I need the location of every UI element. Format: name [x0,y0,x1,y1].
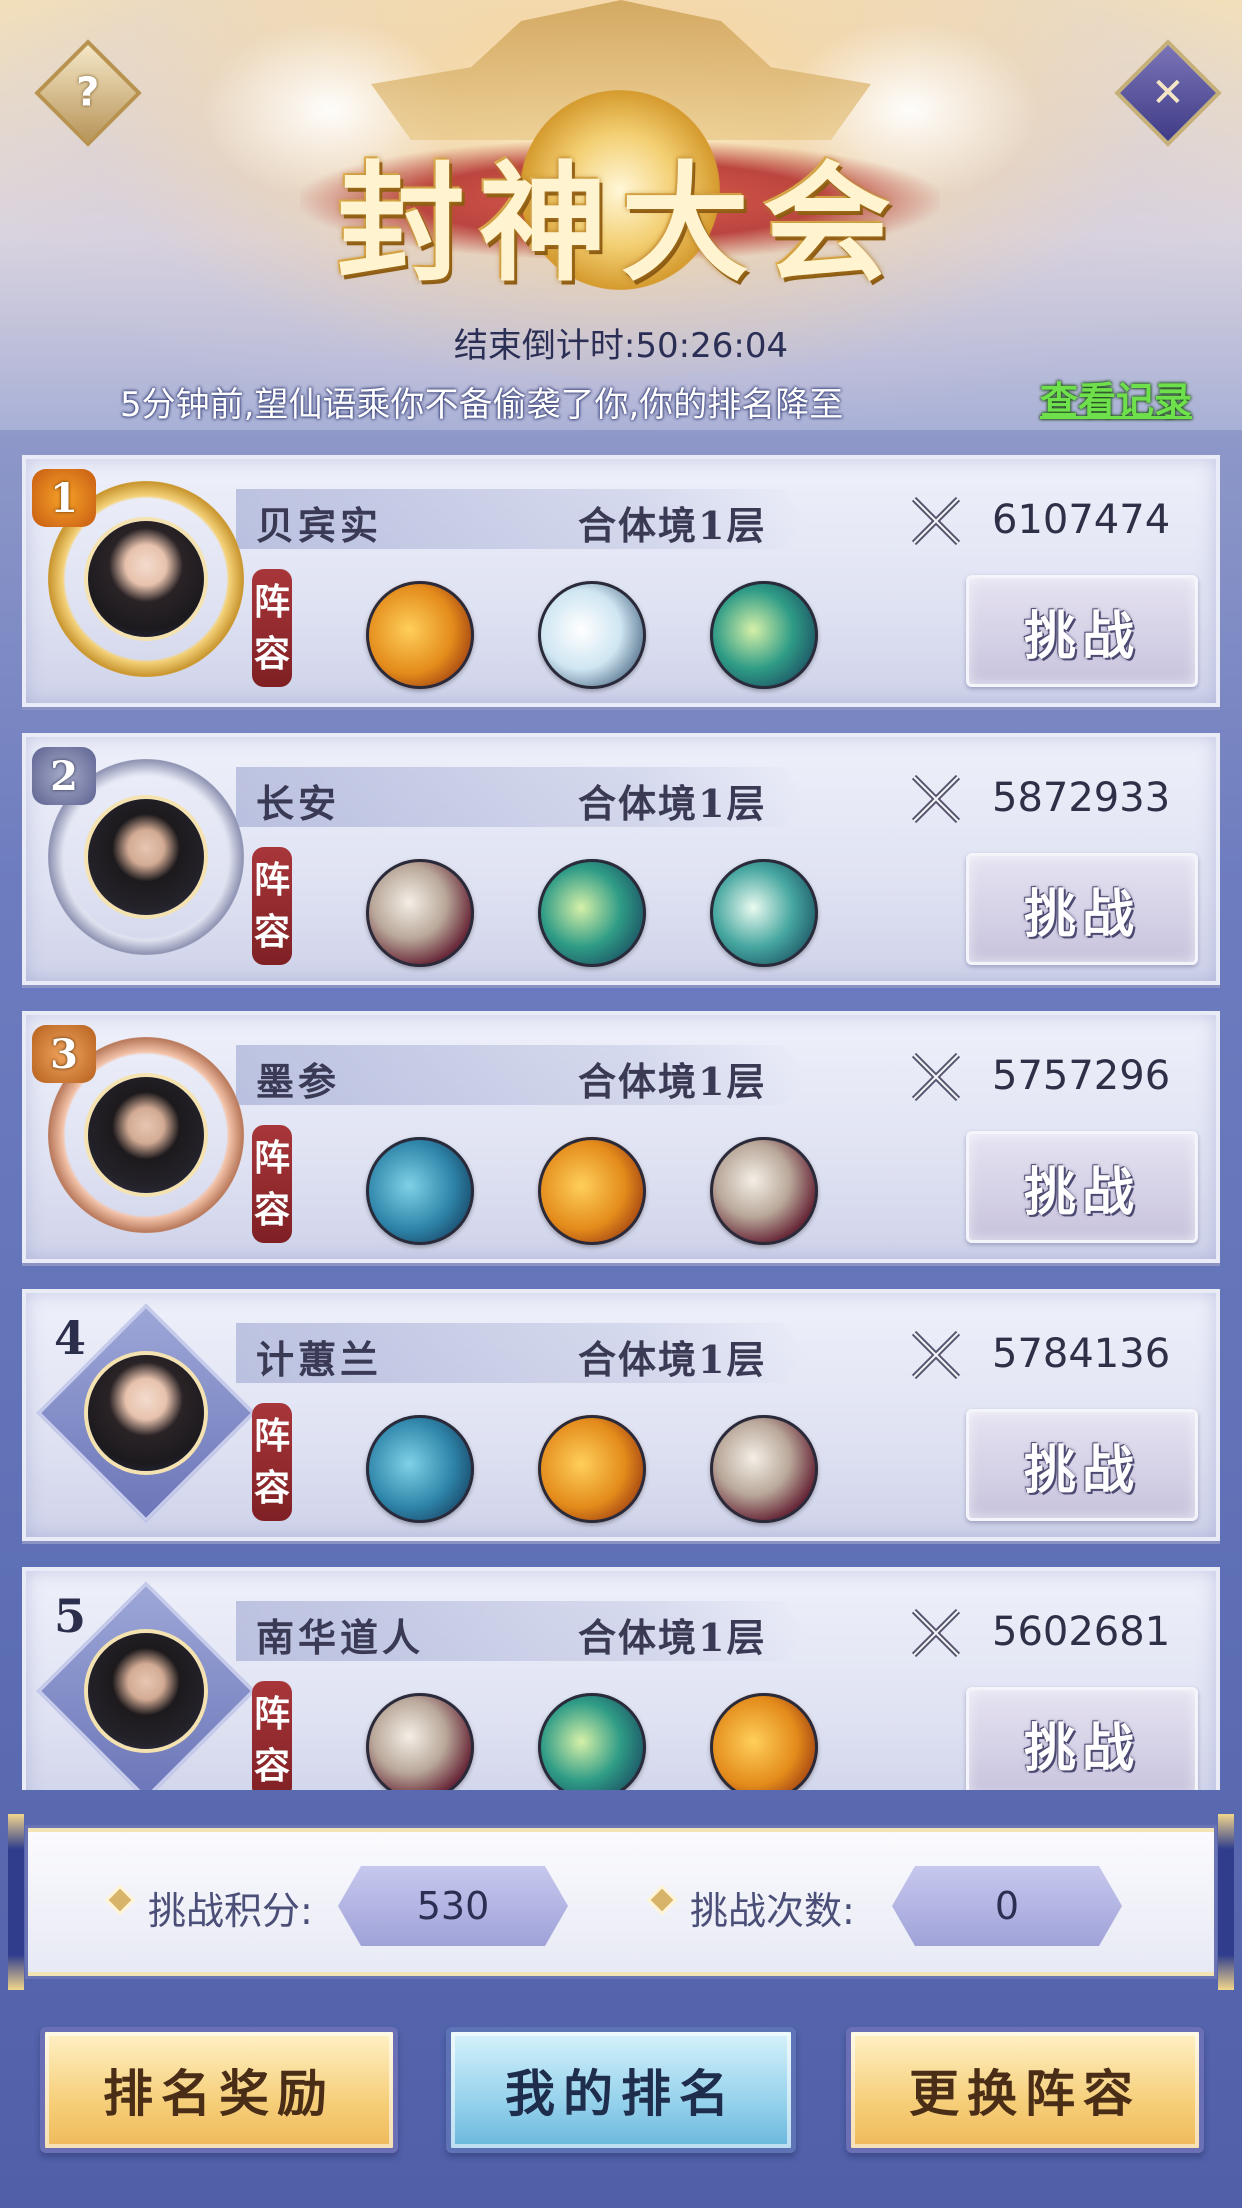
lineup-label-2: 容 [253,1189,290,1231]
count-label: 挑战次数: [690,1889,855,1933]
portrait [88,1355,204,1471]
lineup-tag: 阵 容 [252,1125,292,1243]
challenge-button[interactable]: 挑战 [966,853,1198,965]
lineup-label-2: 容 [253,1467,290,1509]
crossed-swords-icon [911,774,961,824]
blue-whale-pet-icon[interactable] [366,1137,474,1245]
my-rank-button[interactable]: 我的排名 [446,2027,796,2153]
horned-beast-pet-icon[interactable] [710,859,818,967]
crossed-swords-icon [911,1608,961,1658]
player-name: 计蕙兰 [256,1337,383,1382]
portrait [88,521,204,637]
portrait [88,799,204,915]
close-icon: ✕ [1151,69,1185,116]
lineup-label-1: 阵 [253,1137,290,1179]
crossed-swords-icon [911,1330,961,1380]
rank-medal-bronze: 3 [32,1025,96,1083]
gold-dragon-pet-icon[interactable] [538,1137,646,1245]
countdown-timer: 结束倒计时:50:26:04 [453,326,789,366]
lineup-tag: 阵 容 [252,1681,292,1790]
player-realm: 合体境1层 [578,503,767,548]
portrait [88,1633,204,1749]
player-name: 贝宾实 [256,503,383,548]
bone-beast-pet-icon[interactable] [366,859,474,967]
ranking-card: 3 墨参 合体境1层 5757296 阵 容 挑战 [22,1011,1220,1263]
gold-dragon-pet-icon[interactable] [538,1415,646,1523]
rank-number: 5 [54,1589,87,1643]
gold-dragon-pet-icon[interactable] [366,581,474,689]
rank-number: 4 [54,1311,87,1365]
white-dragon-pet-icon[interactable] [538,581,646,689]
question-icon: ? [76,69,100,116]
ranking-card: 2 长安 合体境1层 5872933 阵 容 挑战 [22,733,1220,985]
score-label: 挑战积分: [148,1889,313,1933]
lineup-tag: 阵 容 [252,1403,292,1521]
player-name: 墨参 [256,1059,341,1104]
combat-power: 5872933 [992,775,1171,821]
player-name: 长安 [256,781,341,826]
score-value: 530 [338,1866,568,1946]
challenge-button[interactable]: 挑战 [966,1687,1198,1790]
lineup-tag: 阵 容 [252,847,292,965]
rank-medal-gold: 1 [32,469,96,527]
lineup-label-2: 容 [253,1745,290,1787]
event-title: 封神大会 [336,149,905,299]
challenge-stats-panel: 挑战积分: 530 挑战次数: 0 [8,1814,1234,1990]
count-value: 0 [892,1866,1122,1946]
player-name: 南华道人 [256,1615,425,1660]
ranking-list[interactable]: 1 贝宾实 合体境1层 6107474 阵 容 挑战 2 长安 合体境1层 58… [0,455,1242,1790]
teal-dragon-pet-icon[interactable] [710,581,818,689]
bone-beast-pet-icon[interactable] [710,1137,818,1245]
portrait [88,1077,204,1193]
gold-dragon-pet-icon[interactable] [710,1693,818,1790]
lineup-label-1: 阵 [253,1415,290,1457]
view-record-link[interactable]: 查看记录 [1040,370,1192,425]
lineup-label-1: 阵 [253,859,290,901]
player-realm: 合体境1层 [578,1615,767,1660]
challenge-button[interactable]: 挑战 [966,1131,1198,1243]
bone-beast-pet-icon[interactable] [710,1415,818,1523]
teal-dragon-pet-icon[interactable] [538,859,646,967]
rank-reward-button[interactable]: 排名奖励 [40,2027,398,2153]
blue-whale-pet-icon[interactable] [366,1415,474,1523]
player-realm: 合体境1层 [578,1337,767,1382]
change-lineup-button[interactable]: 更换阵容 [846,2027,1204,2153]
player-realm: 合体境1层 [578,1059,767,1104]
player-realm: 合体境1层 [578,781,767,826]
lineup-tag: 阵 容 [252,569,292,687]
attack-notice: 5分钟前,望仙语乘你不备偷袭了你,你的排名降至 [120,385,844,425]
lineup-label-1: 阵 [253,581,290,623]
challenge-button[interactable]: 挑战 [966,575,1198,687]
teal-dragon-pet-icon[interactable] [538,1693,646,1790]
ranking-card: 1 贝宾实 合体境1层 6107474 阵 容 挑战 [22,455,1220,707]
ranking-card: 4 计蕙兰 合体境1层 5784136 阵 容 挑战 [22,1289,1220,1541]
ranking-card: 5 南华道人 合体境1层 5602681 阵 容 挑战 [22,1567,1220,1790]
lineup-label-1: 阵 [253,1693,290,1735]
diamond-bullet-icon [650,1888,674,1912]
combat-power: 5757296 [992,1053,1171,1099]
crossed-swords-icon [911,1052,961,1102]
lineup-label-2: 容 [253,911,290,953]
combat-power: 5602681 [992,1609,1171,1655]
lineup-label-2: 容 [253,633,290,675]
challenge-button[interactable]: 挑战 [966,1409,1198,1521]
crossed-swords-icon [911,496,961,546]
bone-beast-pet-icon[interactable] [366,1693,474,1790]
diamond-bullet-icon [108,1888,132,1912]
rank-medal-silver: 2 [32,747,96,805]
combat-power: 6107474 [992,497,1171,543]
combat-power: 5784136 [992,1331,1171,1377]
